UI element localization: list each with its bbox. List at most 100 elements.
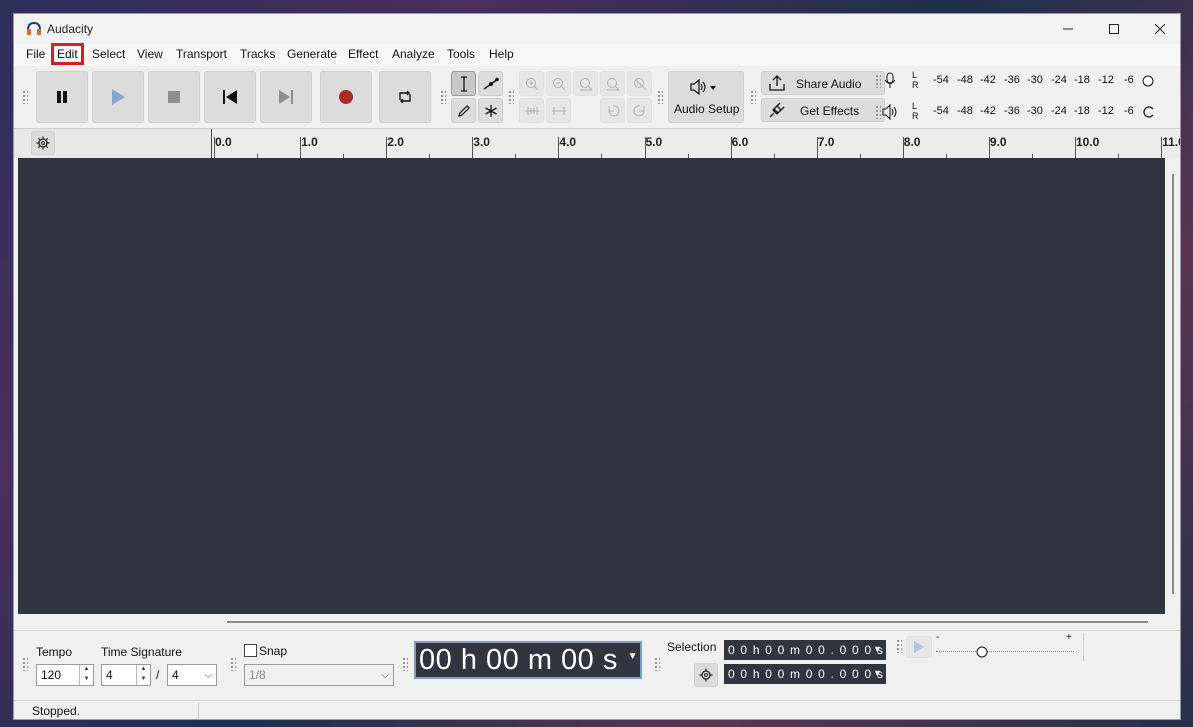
toolbar-grip[interactable] [508,90,514,104]
tempo-input[interactable]: 120 ▲ ▼ [36,664,94,686]
menu-analyze[interactable]: Analyze [390,47,437,61]
envelope-tool-button[interactable] [478,71,503,96]
share-audio-button[interactable]: Share Audio [761,71,885,95]
selection-start-display[interactable]: 0 0 h 0 0 m 0 0 . 0 0 0 s ▼ [724,640,886,660]
time-display[interactable]: 00 h 00 m 00 s ▼ [414,641,642,679]
toolbar-grip[interactable] [440,90,446,104]
timeline-settings-button[interactable] [31,131,55,155]
silence-audio-button[interactable] [546,98,571,123]
zoom-in-button[interactable] [519,71,544,96]
selection-settings-button[interactable] [694,663,718,687]
stop-button[interactable] [148,71,200,123]
toolbar-grip[interactable] [750,90,756,104]
track-area[interactable] [18,158,1165,614]
close-button[interactable] [1137,14,1180,44]
menu-select[interactable]: Select [90,47,127,61]
status-divider [198,703,199,719]
toolbar-grip[interactable] [402,657,408,671]
timeline-ruler[interactable]: 0.0 1.0 2.0 3.0 4.0 5.0 6.0 7.0 8.0 9.0 10.0 11.0 [211,129,1180,159]
toolbar-grip[interactable] [875,74,881,88]
zoom-toggle-button[interactable] [627,71,652,96]
snap-checkbox[interactable] [244,644,257,657]
speed-max-label: + [1066,632,1072,643]
chevron-down-icon: ▼ [627,651,638,662]
horizontal-scroll-thumb[interactable] [227,621,1148,623]
numerator-stepper[interactable]: ▲ ▼ [136,665,150,685]
menu-view[interactable]: View [135,47,165,61]
menu-edit[interactable]: Edit [51,43,84,65]
toolbar-grip[interactable] [654,657,660,671]
record-meter[interactable]: L R -54 -48 -42 -36 -30 -24 -18 -12 -6 [884,68,1154,94]
up-arrow-icon[interactable]: ▲ [137,665,150,675]
down-arrow-icon[interactable]: ▼ [80,675,93,685]
selection-tool-button[interactable] [451,71,476,96]
toolbar-grip[interactable] [230,657,236,671]
playback-level-knob-icon[interactable] [1142,106,1156,118]
time-signature-denominator[interactable]: 4 ⌵ [167,664,217,686]
pencil-icon [457,104,470,117]
time-signature-label: Time Signature [101,645,182,659]
toolbar-grip[interactable] [896,639,902,653]
horizontal-scrollbar[interactable] [18,614,1165,630]
selection-end-display[interactable]: 0 0 h 0 0 m 0 0 . 0 0 0 s ▼ [724,664,886,684]
speed-slider-thumb-icon[interactable] [976,646,988,658]
loop-button[interactable] [379,71,431,123]
get-effects-button[interactable]: Get Effects [761,98,885,122]
menu-effect[interactable]: Effect [346,47,380,61]
draw-tool-button[interactable] [451,98,476,123]
meter-tick-label: -24 [1051,74,1067,86]
meter-tick-label: -6 [1124,74,1134,86]
menu-transport[interactable]: Transport [174,47,229,61]
undo-icon [608,104,619,116]
toolbar-grip[interactable] [22,90,28,104]
tempo-stepper[interactable]: ▲ ▼ [79,665,93,685]
status-bar: Stopped. [14,700,1180,719]
skip-to-end-button[interactable] [260,71,312,123]
vertical-scroll-thumb[interactable] [1172,174,1174,594]
toolbar-grip[interactable] [657,90,663,104]
selection-start-value: 0 0 h 0 0 m 0 0 . 0 0 0 s [728,643,885,657]
up-arrow-icon[interactable]: ▲ [80,665,93,675]
loop-icon [399,90,411,104]
gear-icon [699,668,713,682]
menu-file[interactable]: File [24,47,47,61]
meter-tick-label: -42 [980,74,996,86]
record-level-knob-icon[interactable] [1142,75,1154,87]
vertical-scrollbar[interactable] [1165,158,1180,614]
minimize-button[interactable] [1045,14,1091,44]
record-button[interactable] [320,71,372,123]
play-button[interactable] [92,71,144,123]
trim-audio-button[interactable] [519,98,544,123]
maximize-button[interactable] [1091,14,1137,44]
menu-help[interactable]: Help [487,47,516,61]
playback-meter[interactable]: L R -54 -48 -42 -36 -30 -24 -18 -12 -6 [882,99,1154,125]
undo-button[interactable] [600,98,625,123]
menu-tools[interactable]: Tools [445,47,477,61]
envelope-icon [483,77,499,90]
down-arrow-icon[interactable]: ▼ [137,675,150,685]
time-signature-numerator[interactable]: 4 ▲ ▼ [101,664,151,686]
right-channel-label: R [912,111,919,121]
skip-to-start-button[interactable] [204,71,256,123]
redo-icon [633,104,644,116]
zoom-out-button[interactable] [546,71,571,96]
ruler-tick-label: 2.0 [387,135,404,149]
fit-selection-button[interactable] [573,71,598,96]
multi-tool-button[interactable] [478,98,503,123]
ruler-tick-label: 6.0 [731,135,749,149]
snap-value: 1/8 [249,668,266,682]
menu-generate[interactable]: Generate [285,47,339,61]
ruler-tick-label: 5.0 [645,135,663,149]
playback-speed-slider[interactable] [936,651,1074,652]
pause-button[interactable] [36,71,88,123]
menu-tracks[interactable]: Tracks [238,47,278,61]
fit-project-button[interactable] [600,71,625,96]
audio-setup-label: Audio Setup [674,102,740,116]
play-at-speed-button[interactable] [906,636,932,658]
audio-setup-button[interactable]: Audio Setup [668,71,744,123]
redo-button[interactable] [627,98,652,123]
snap-select[interactable]: 1/8 ⌵ [244,664,394,686]
toolbar-grip[interactable] [22,657,28,671]
meter-tick-label: -48 [957,105,973,117]
meter-tick-label: -30 [1027,74,1043,86]
